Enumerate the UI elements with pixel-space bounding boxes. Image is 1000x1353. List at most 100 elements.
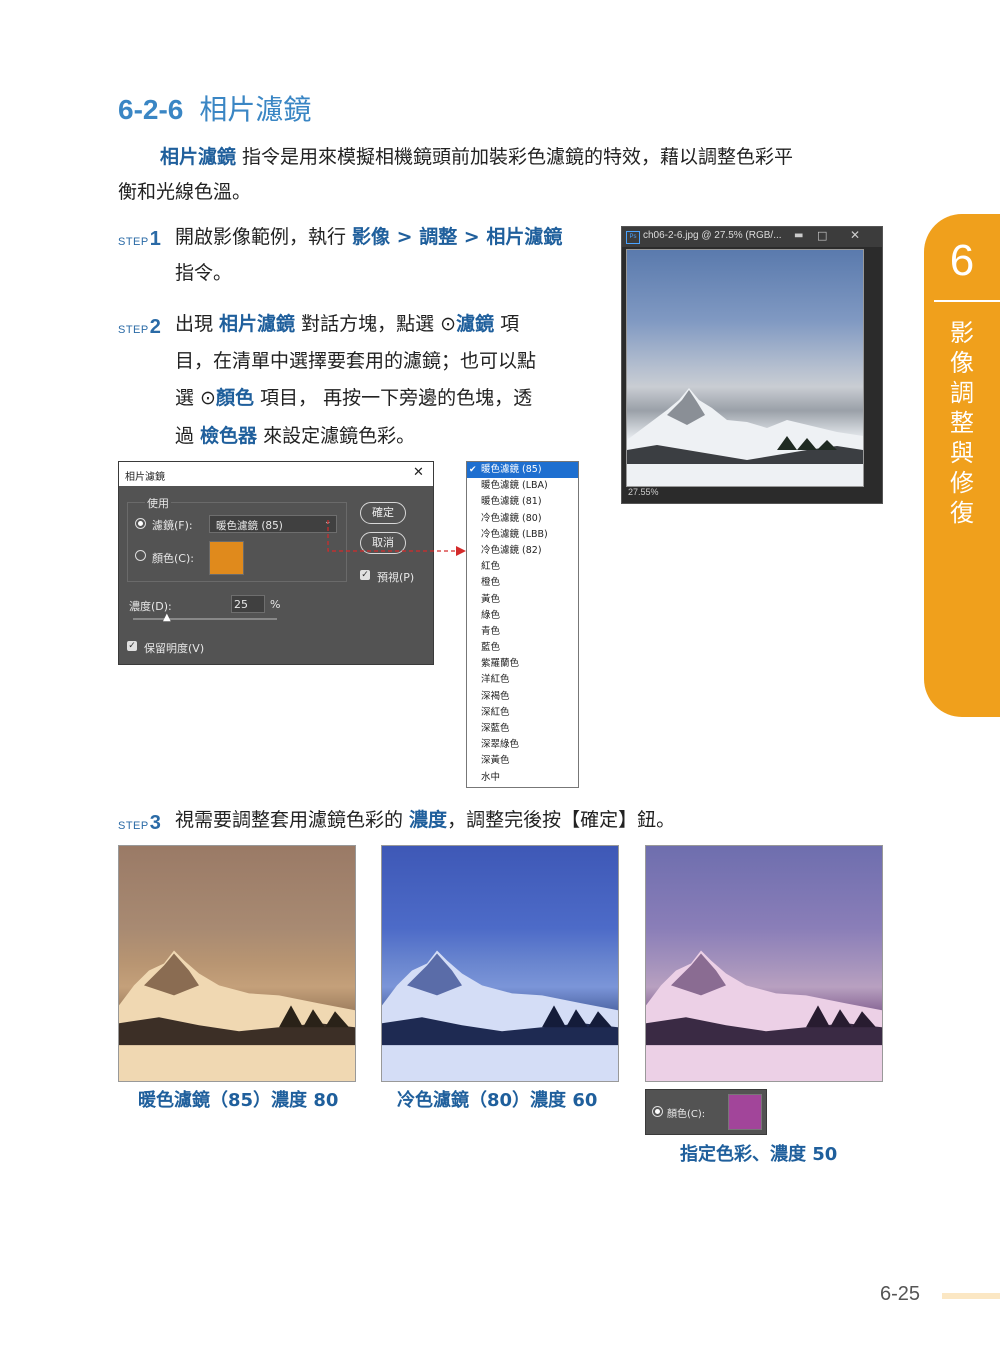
term: 檢色器 (200, 425, 258, 447)
list-item[interactable]: 青色 (467, 624, 578, 640)
filter-radio[interactable] (135, 518, 146, 529)
list-item[interactable]: 冷色濾鏡 (80) (467, 511, 578, 527)
chapter-title: 影 像 調 整 與 修 復 (940, 318, 984, 528)
preserve-luminosity-checkbox[interactable]: ✓ (127, 641, 137, 651)
step-2-label: STEP2 (118, 316, 161, 339)
step-1-line-2: 指令。 (175, 262, 233, 284)
list-item[interactable]: 洋紅色 (467, 672, 578, 688)
list-item[interactable]: 暖色濾鏡 (LBA) (467, 478, 578, 494)
color-swatch[interactable] (728, 1094, 762, 1130)
color-radio[interactable] (135, 550, 146, 561)
step-number: 2 (149, 316, 162, 338)
color-label: 顏色(C): (667, 1109, 706, 1120)
filter-label: 濾鏡(F): (152, 519, 193, 532)
text: 視需要調整套用濾鏡色彩的 (175, 809, 410, 831)
step-1-label: STEP1 (118, 228, 161, 251)
step-2-line-4: 過 檢色器 來設定濾鏡色彩。 (175, 419, 415, 454)
dialog-titlebar: 相片濾鏡 ✕ (119, 462, 433, 486)
step-label: STEP (118, 820, 149, 832)
step-2-line-3: 選 ⊙顏色 項目， 再按一下旁邊的色塊，透 (175, 381, 532, 416)
maximize-icon[interactable]: □ (817, 229, 827, 242)
ps-titlebar: Ps ch06-2-6.jpg @ 27.5% (RGB/... ▬ □ ✕ (622, 227, 882, 247)
chapter-char: 修 (950, 469, 974, 497)
list-item[interactable]: 深紅色 (467, 705, 578, 721)
term: 濃度 (409, 809, 448, 831)
section-number: 6-2-6 (118, 94, 184, 125)
intro-term: 相片濾鏡 (160, 146, 237, 168)
list-item[interactable]: 水中 (467, 770, 578, 786)
list-item[interactable]: 冷色濾鏡 (LBB) (467, 527, 578, 543)
step-1-text: 開啟影像範例，執行 (175, 226, 353, 248)
chapter-char: 與 (950, 439, 974, 467)
color-radio[interactable] (652, 1106, 663, 1117)
list-item[interactable]: 紅色 (467, 559, 578, 575)
cool-filter-photo (381, 845, 619, 1082)
step-label: STEP (118, 324, 149, 336)
use-group-label: 使用 (145, 495, 171, 511)
step-2-line-1: 出現 相片濾鏡 對話方塊，點選 ⊙濾鏡 項 (175, 307, 519, 342)
chapter-char: 影 (950, 319, 974, 347)
photo-filter-dialog: 相片濾鏡 ✕ 使用 濾鏡(F): 暖色濾鏡 (85) ⌄ 顏色(C): 確定 取… (118, 461, 434, 665)
chapter-number: 6 (949, 236, 975, 285)
chapter-tab: 6 影 像 調 整 與 修 復 (924, 214, 1000, 717)
chapter-char: 像 (950, 349, 974, 377)
text: ，調整完後按【確定】鈕。 (447, 809, 676, 831)
step-number: 1 (149, 228, 162, 250)
list-item[interactable]: 暖色濾鏡 (85) (467, 462, 578, 478)
footer-bar (942, 1293, 1000, 1299)
step-2-line-2: 目，在清單中選擇要套用的濾鏡；也可以點 (175, 350, 537, 372)
list-item[interactable]: 黃色 (467, 592, 578, 608)
text: 過 (175, 425, 201, 447)
intro-line-1: 相片濾鏡 指令是用來模擬相機鏡頭前加裝彩色濾鏡的特效，藉以調整色彩平 (160, 140, 793, 175)
preview-checkbox[interactable]: ✓ (360, 570, 370, 580)
color-label: 顏色(C): (152, 552, 194, 565)
list-item[interactable]: 綠色 (467, 608, 578, 624)
chapter-char: 復 (950, 499, 974, 527)
mountain-graphic (382, 950, 618, 1081)
text: 出現 (175, 313, 220, 335)
list-item[interactable]: 深褐色 (467, 689, 578, 705)
list-item[interactable]: 橙色 (467, 575, 578, 591)
close-icon[interactable]: ✕ (850, 228, 860, 242)
density-slider-handle[interactable]: ▲ (163, 612, 171, 623)
density-slider-track[interactable] (133, 618, 277, 620)
chapter-divider (934, 300, 1000, 302)
text: 來設定濾鏡色彩。 (257, 425, 416, 447)
text: 選 ⊙ (175, 387, 216, 409)
ps-document-window: Ps ch06-2-6.jpg @ 27.5% (RGB/... ▬ □ ✕ 2… (621, 226, 883, 504)
list-item[interactable]: 藍色 (467, 640, 578, 656)
mountain-graphic (119, 950, 355, 1081)
color-swatch[interactable] (209, 541, 244, 575)
density-input[interactable]: 25 (231, 595, 265, 613)
preview-label: 預視(P) (377, 571, 415, 584)
term: 濾鏡 (456, 313, 495, 335)
ps-icon: Ps (626, 231, 640, 244)
term: 顏色 (215, 387, 254, 409)
mountain-graphic (627, 388, 863, 486)
minimize-icon[interactable]: ▬ (794, 230, 803, 241)
intro-text-1: 指令是用來模擬相機鏡頭前加裝彩色濾鏡的特效，藉以調整色彩平 (236, 146, 794, 168)
cool-caption: 冷色濾鏡（80）濃度 60 (397, 1090, 598, 1111)
list-item[interactable]: 深黃色 (467, 753, 578, 769)
list-item[interactable]: 紫羅蘭色 (467, 656, 578, 672)
text: 對話方塊，點選 ⊙ (295, 313, 457, 335)
list-item[interactable]: 冷色濾鏡 (82) (467, 543, 578, 559)
preserve-luminosity-label: 保留明度(V) (144, 642, 205, 655)
text: 項目， 再按一下旁邊的色塊，透 (253, 387, 533, 409)
term: 相片濾鏡 (219, 313, 296, 335)
list-item[interactable]: 深翠綠色 (467, 737, 578, 753)
warm-caption: 暖色濾鏡（85）濃度 80 (138, 1090, 339, 1111)
list-item[interactable]: 暖色濾鏡 (81) (467, 494, 578, 510)
filter-select[interactable]: 暖色濾鏡 (85) ⌄ (209, 515, 337, 533)
density-value: 25 (234, 598, 248, 611)
custom-color-photo (645, 845, 883, 1082)
list-item[interactable]: 深藍色 (467, 721, 578, 737)
text: 項 (494, 313, 520, 335)
ps-window-title: ch06-2-6.jpg @ 27.5% (RGB/... (643, 230, 782, 241)
original-photo (626, 249, 864, 487)
step-1-line-1: 開啟影像範例，執行 影像 > 調整 > 相片濾鏡 (175, 220, 562, 255)
warm-filter-photo (118, 845, 356, 1082)
step-number: 3 (149, 812, 162, 834)
close-icon[interactable]: ✕ (413, 465, 424, 480)
custom-caption: 指定色彩、濃度 50 (680, 1144, 838, 1165)
